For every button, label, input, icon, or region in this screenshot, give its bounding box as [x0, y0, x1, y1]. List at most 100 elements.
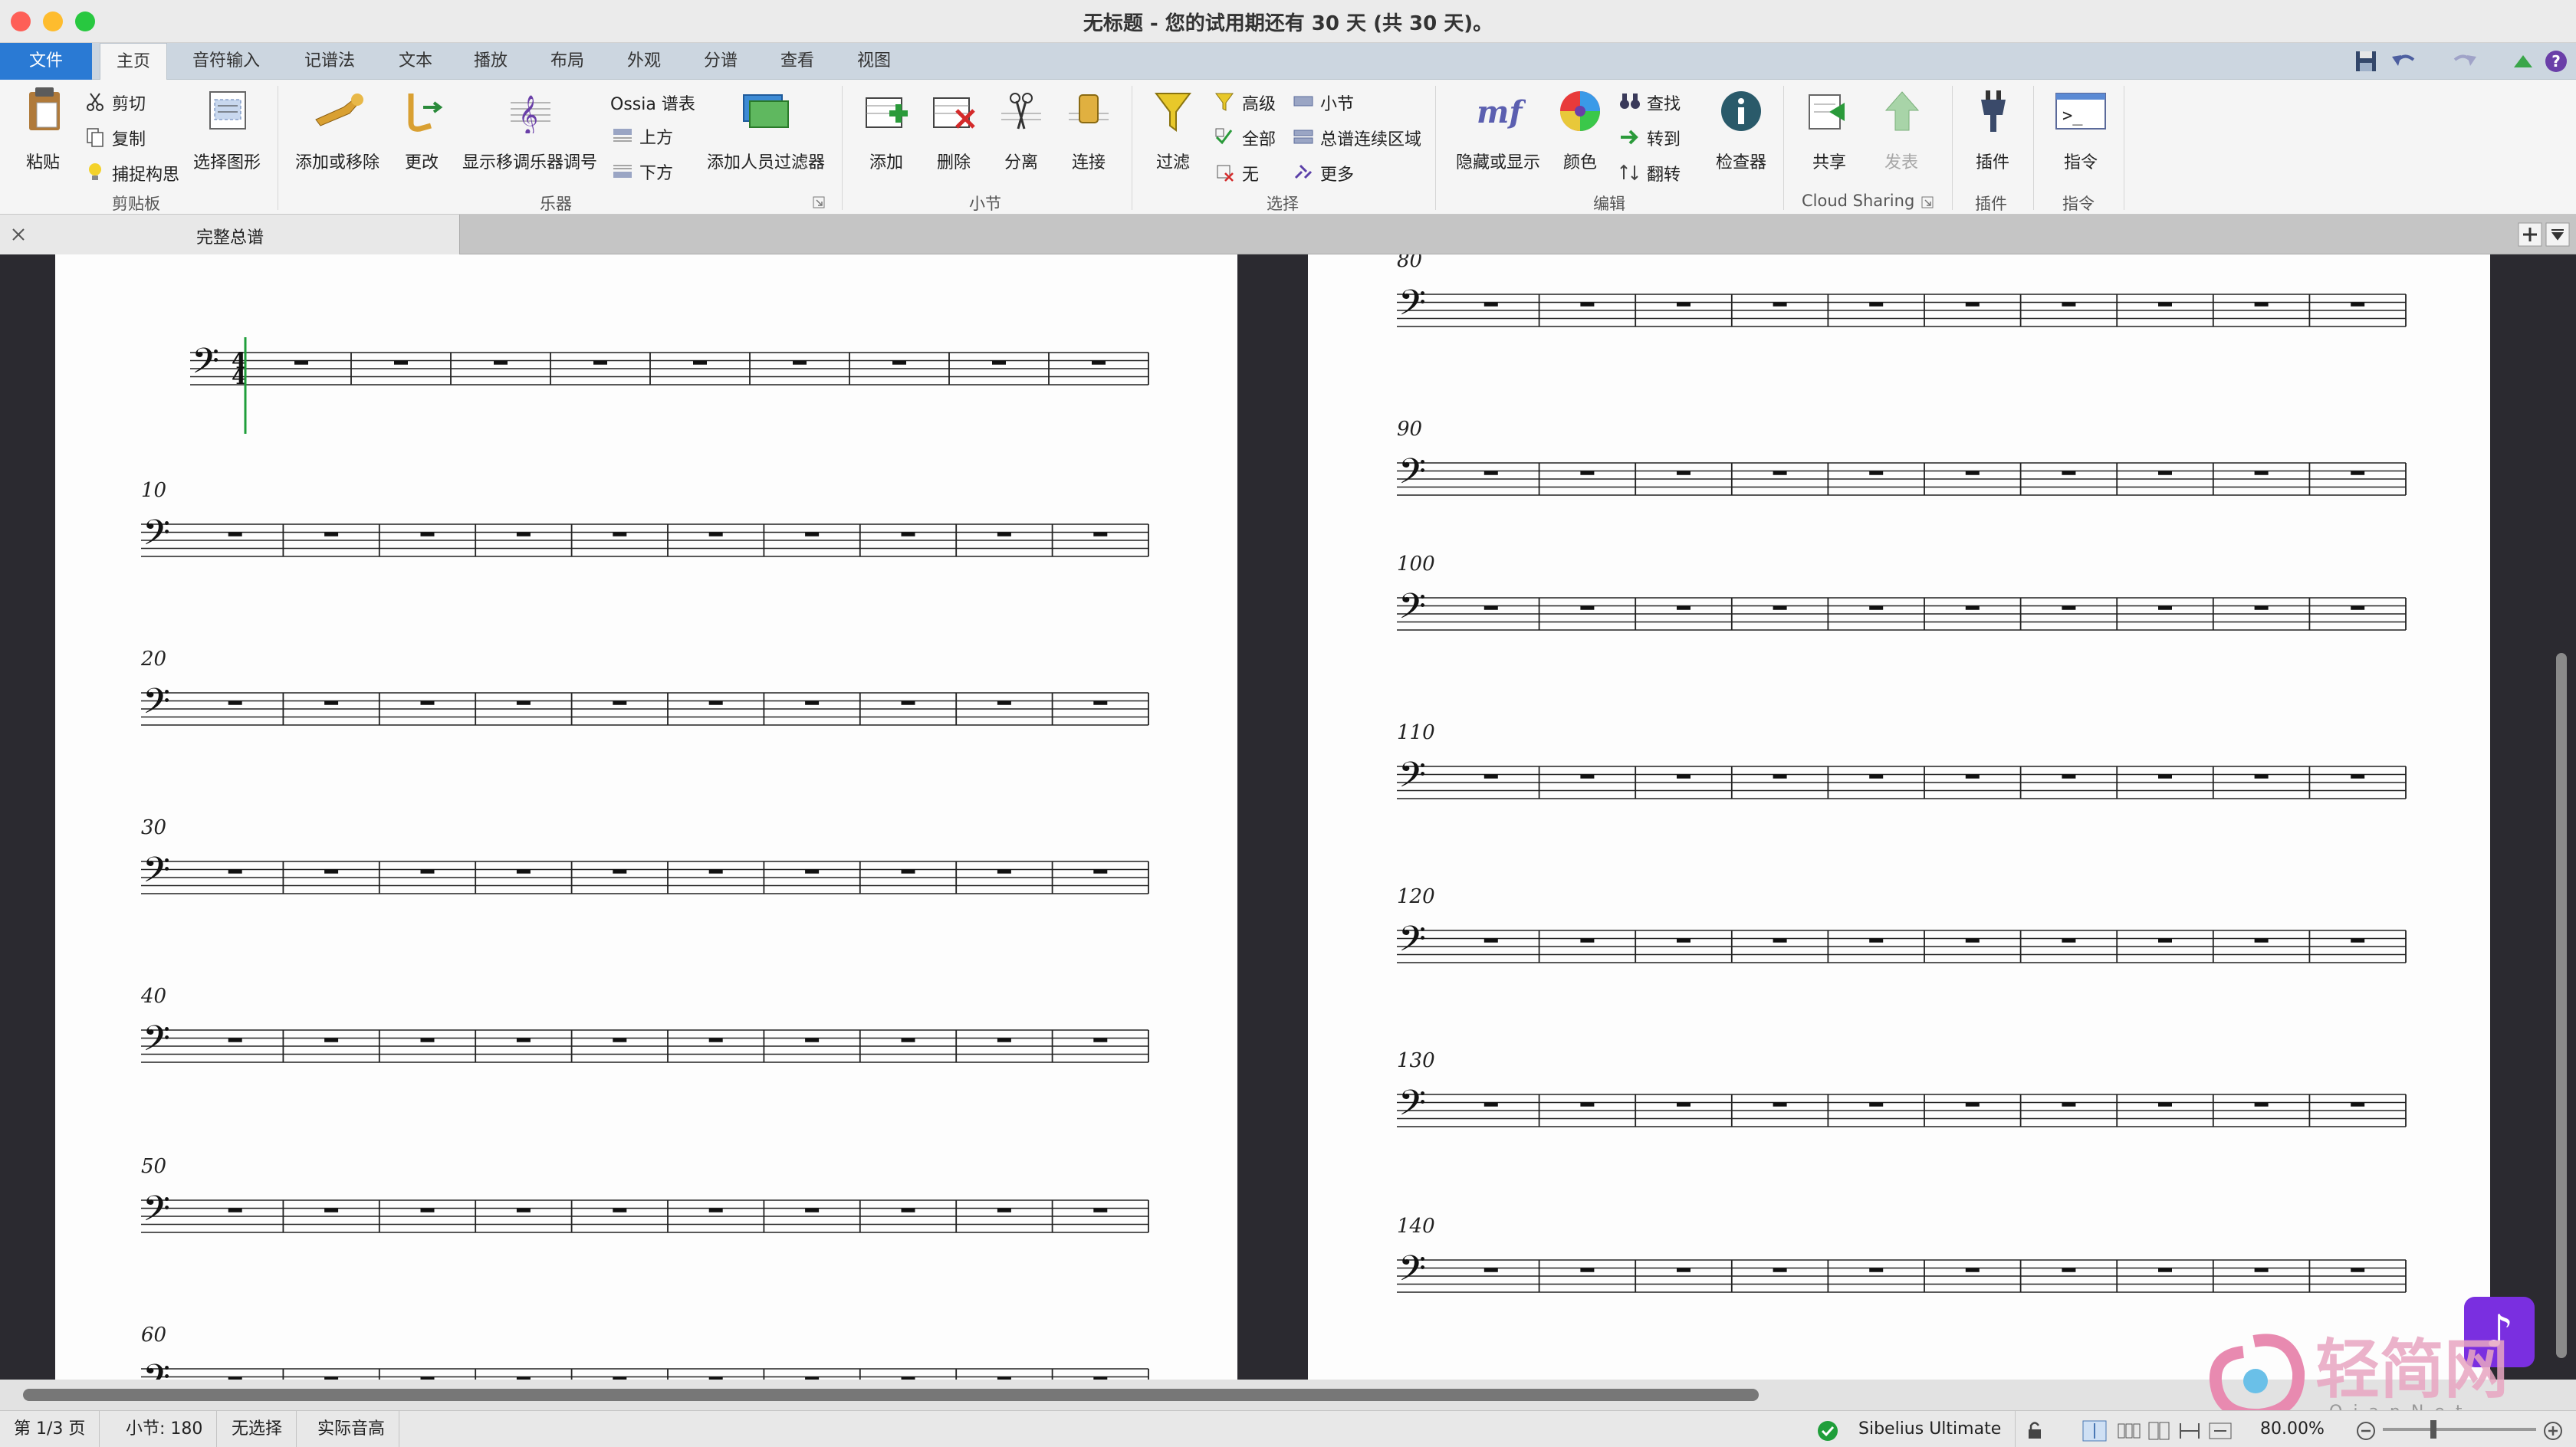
whole-rest[interactable] [1869, 1268, 1884, 1272]
whole-rest[interactable] [2254, 1102, 2269, 1107]
whole-rest[interactable] [228, 1038, 242, 1042]
whole-rest[interactable] [324, 869, 339, 874]
zoom-slider-thumb[interactable] [2430, 1420, 2436, 1439]
whole-rest[interactable] [997, 869, 1011, 874]
zoom-level[interactable]: 80.00% [2254, 1411, 2331, 1447]
command-button[interactable]: >_ 指令 [2044, 86, 2118, 190]
whole-rest[interactable] [805, 532, 820, 536]
whole-rest[interactable] [1484, 774, 1498, 779]
redo-icon[interactable] [2450, 49, 2478, 74]
share-button[interactable]: 共享 [1797, 86, 1861, 190]
whole-rest[interactable] [2158, 938, 2172, 943]
whole-rest[interactable] [2254, 302, 2269, 307]
staff-system[interactable]: 𝄢 90 [1397, 418, 2407, 501]
tab-parts[interactable]: 分谱 [690, 43, 751, 80]
plugins-button[interactable]: 插件 [1960, 86, 2026, 190]
whole-rest[interactable] [1484, 938, 1498, 943]
whole-rest[interactable] [892, 360, 906, 365]
whole-rest[interactable] [1677, 774, 1691, 779]
close-icon[interactable] [11, 227, 26, 242]
whole-rest[interactable] [1965, 938, 1980, 943]
whole-rest[interactable] [1869, 302, 1884, 307]
whole-rest[interactable] [420, 1208, 435, 1212]
whole-rest[interactable] [997, 532, 1011, 536]
whole-rest[interactable] [420, 532, 435, 536]
whole-rest[interactable] [805, 701, 820, 705]
whole-rest[interactable] [2351, 302, 2365, 307]
whole-rest[interactable] [2254, 471, 2269, 475]
staff-system[interactable]: 𝄢 100 [1397, 553, 2407, 636]
filter-button[interactable]: 过滤 [1142, 86, 1204, 190]
whole-rest[interactable] [613, 701, 627, 705]
delete-bar-button[interactable]: 删除 [920, 86, 987, 190]
view-horizontal-icon[interactable] [2116, 1420, 2141, 1442]
whole-rest[interactable] [420, 1038, 435, 1042]
whole-rest[interactable] [805, 869, 820, 874]
tab-review[interactable]: 查看 [767, 43, 828, 80]
whole-rest[interactable] [805, 1208, 820, 1212]
whole-rest[interactable] [516, 1208, 531, 1212]
whole-rest[interactable] [1965, 774, 1980, 779]
whole-rest[interactable] [901, 869, 915, 874]
whole-rest[interactable] [1484, 605, 1498, 610]
lock-icon[interactable] [2024, 1420, 2045, 1442]
whole-rest[interactable] [2351, 471, 2365, 475]
whole-rest[interactable] [1580, 938, 1595, 943]
add-player-filter-button[interactable]: 添加人员过滤器 [704, 86, 828, 190]
tab-notations[interactable]: 记谱法 [291, 43, 368, 80]
whole-rest[interactable] [2351, 605, 2365, 610]
view-fit-icon[interactable] [2208, 1420, 2233, 1442]
whole-rest[interactable] [1773, 302, 1787, 307]
whole-rest[interactable] [2062, 302, 2076, 307]
whole-rest[interactable] [613, 869, 627, 874]
whole-rest[interactable] [708, 1208, 723, 1212]
dialog-launcher-icon[interactable] [1921, 196, 1934, 208]
add-tab-icon[interactable] [2518, 222, 2542, 247]
whole-rest[interactable] [1093, 701, 1108, 705]
whole-rest[interactable] [1580, 302, 1595, 307]
whole-rest[interactable] [1965, 1102, 1980, 1107]
whole-rest[interactable] [1773, 1102, 1787, 1107]
whole-rest[interactable] [613, 1038, 627, 1042]
whole-rest[interactable] [708, 532, 723, 536]
whole-rest[interactable] [1677, 302, 1691, 307]
view-page-spread-icon[interactable] [2082, 1420, 2107, 1442]
document-tab[interactable]: 完整总谱 [0, 215, 460, 254]
whole-rest[interactable] [1484, 302, 1498, 307]
whole-rest[interactable] [613, 532, 627, 536]
whole-rest[interactable] [997, 1038, 1011, 1042]
whole-rest[interactable] [1677, 471, 1691, 475]
tab-play[interactable]: 播放 [460, 43, 521, 80]
whole-rest[interactable] [1677, 1102, 1691, 1107]
whole-rest[interactable] [2158, 471, 2172, 475]
split-bar-button[interactable]: 分离 [987, 86, 1055, 190]
whole-rest[interactable] [1484, 1102, 1498, 1107]
whole-rest[interactable] [997, 701, 1011, 705]
whole-rest[interactable] [2062, 471, 2076, 475]
whole-rest[interactable] [2158, 774, 2172, 779]
whole-rest[interactable] [901, 1038, 915, 1042]
whole-rest[interactable] [1773, 774, 1787, 779]
whole-rest[interactable] [1773, 1268, 1787, 1272]
tab-home[interactable]: 主页 [100, 43, 167, 80]
whole-rest[interactable] [394, 360, 408, 365]
whole-rest[interactable] [613, 1208, 627, 1212]
whole-rest[interactable] [2158, 1102, 2172, 1107]
minimize-ribbon-icon[interactable] [2512, 51, 2535, 72]
whole-rest[interactable] [1093, 869, 1108, 874]
whole-rest[interactable] [420, 701, 435, 705]
inspector-button[interactable]: 检查器 [1705, 86, 1777, 190]
whole-rest[interactable] [1092, 360, 1106, 365]
staff-system[interactable]: 𝄢 50 [141, 1155, 1149, 1239]
whole-rest[interactable] [708, 869, 723, 874]
whole-rest[interactable] [2351, 1268, 2365, 1272]
whole-rest[interactable] [2254, 774, 2269, 779]
whole-rest[interactable] [1677, 938, 1691, 943]
whole-rest[interactable] [516, 1038, 531, 1042]
status-pitch[interactable]: 实际音高 [304, 1411, 400, 1447]
dialog-launcher-icon[interactable] [813, 196, 825, 208]
staff-system[interactable]: 𝄢 40 [140, 985, 1149, 1068]
tab-appearance[interactable]: 外观 [613, 43, 675, 80]
whole-rest[interactable] [1965, 605, 1980, 610]
whole-rest[interactable] [1580, 774, 1595, 779]
